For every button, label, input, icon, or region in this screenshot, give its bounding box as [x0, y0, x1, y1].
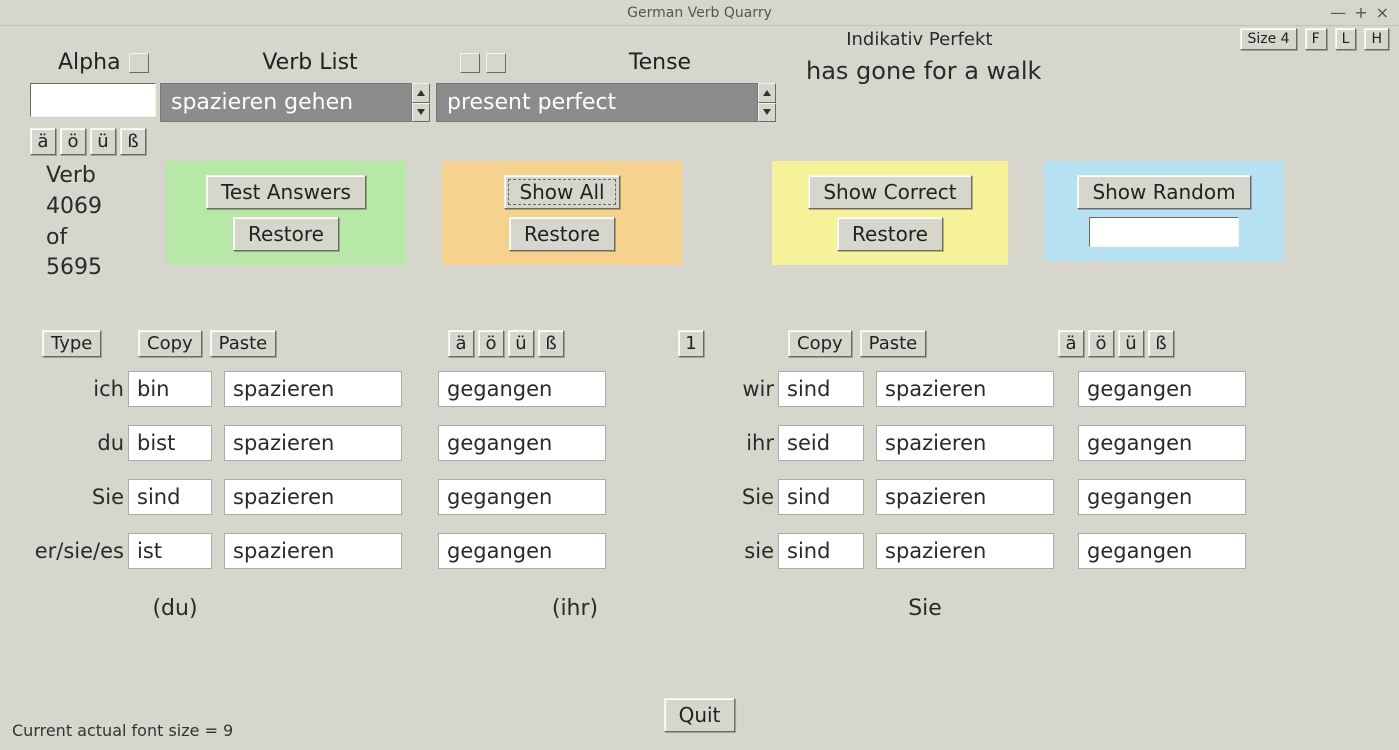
pronoun-right: Sie	[714, 485, 774, 509]
aux-right[interactable]: sind	[778, 479, 864, 515]
window-minimize-icon[interactable]: —	[1330, 3, 1346, 22]
verb-right[interactable]: spazieren	[876, 479, 1054, 515]
part-right[interactable]: gegangen	[1078, 479, 1246, 515]
aux-left[interactable]: sind	[128, 479, 212, 515]
window-title: German Verb Quarry	[627, 5, 772, 21]
one-button[interactable]: 1	[678, 330, 704, 357]
umlaut-u-button-3[interactable]: ü	[1118, 330, 1144, 357]
umlaut-u-button-2[interactable]: ü	[508, 330, 534, 357]
tense-col-label: Tense	[629, 50, 691, 75]
verb-counter-l3: of	[46, 223, 166, 254]
verb-combo-up-icon[interactable]	[412, 83, 430, 103]
random-input[interactable]	[1089, 217, 1239, 247]
aux-left[interactable]: ist	[128, 533, 212, 569]
test-answers-button[interactable]: Test Answers	[206, 175, 366, 209]
verb-counter-l2: 4069	[46, 192, 166, 223]
aux-right[interactable]: sind	[778, 533, 864, 569]
verb-left[interactable]: spazieren	[224, 479, 402, 515]
tense-combo-up-icon[interactable]	[758, 83, 776, 103]
f-button[interactable]: F	[1305, 28, 1327, 50]
pronoun-right: wir	[714, 377, 774, 401]
show-correct-button[interactable]: Show Correct	[808, 175, 971, 209]
pronoun-left: Sie	[34, 485, 124, 509]
show-random-button[interactable]: Show Random	[1077, 175, 1250, 209]
copy-button-left[interactable]: Copy	[138, 330, 202, 357]
copy-button-right[interactable]: Copy	[788, 330, 852, 357]
verb-counter-l4: 5695	[46, 253, 166, 284]
bottom-du-label: (du)	[60, 596, 290, 621]
umlaut-o-button-3[interactable]: ö	[1088, 330, 1114, 357]
tense-label: Indikativ Perfekt	[846, 29, 992, 50]
bottom-sie-label: Sie	[810, 596, 1040, 621]
window-maximize-icon[interactable]: +	[1354, 3, 1367, 22]
verb-left[interactable]: spazieren	[224, 425, 402, 461]
part-right[interactable]: gegangen	[1078, 533, 1246, 569]
umlaut-o-button-2[interactable]: ö	[478, 330, 504, 357]
umlaut-a-button[interactable]: ä	[30, 128, 56, 155]
h-button[interactable]: H	[1364, 28, 1389, 50]
verb-right[interactable]: spazieren	[876, 425, 1054, 461]
verblist-checkbox-1[interactable]	[460, 53, 480, 73]
umlaut-a-button-2[interactable]: ä	[448, 330, 474, 357]
type-button[interactable]: Type	[42, 330, 101, 357]
pronoun-left: ich	[34, 377, 124, 401]
pronoun-right: ihr	[714, 431, 774, 455]
part-left[interactable]: gegangen	[438, 533, 606, 569]
restore-button-3[interactable]: Restore	[837, 217, 943, 251]
part-right[interactable]: gegangen	[1078, 371, 1246, 407]
window-close-icon[interactable]: ×	[1376, 3, 1389, 22]
verb-counter-l1: Verb	[46, 161, 166, 192]
umlaut-o-button[interactable]: ö	[60, 128, 86, 155]
alpha-checkbox[interactable]	[129, 53, 149, 73]
umlaut-ss-button-2[interactable]: ß	[538, 330, 564, 357]
verb-combo-down-icon[interactable]	[412, 103, 430, 123]
aux-left[interactable]: bist	[128, 425, 212, 461]
alpha-input[interactable]	[30, 83, 156, 117]
pronoun-left: er/sie/es	[34, 539, 124, 563]
verb-list-label: Verb List	[262, 50, 357, 75]
part-left[interactable]: gegangen	[438, 371, 606, 407]
tense-combo-down-icon[interactable]	[758, 103, 776, 123]
aux-right[interactable]: sind	[778, 371, 864, 407]
bottom-ihr-label: (ihr)	[460, 596, 690, 621]
font-size-status: Current actual font size = 9	[12, 721, 233, 740]
verb-combo[interactable]: spazieren gehen	[160, 83, 412, 122]
umlaut-u-button[interactable]: ü	[90, 128, 116, 155]
size-button[interactable]: Size 4	[1240, 28, 1296, 50]
umlaut-ss-button-3[interactable]: ß	[1148, 330, 1174, 357]
l-button[interactable]: L	[1335, 28, 1357, 50]
verb-right[interactable]: spazieren	[876, 533, 1054, 569]
quit-button[interactable]: Quit	[664, 698, 736, 732]
part-left[interactable]: gegangen	[438, 425, 606, 461]
verb-left[interactable]: spazieren	[224, 533, 402, 569]
paste-button-right[interactable]: Paste	[860, 330, 927, 357]
aux-right[interactable]: seid	[778, 425, 864, 461]
verb-right[interactable]: spazieren	[876, 371, 1054, 407]
verblist-checkbox-2[interactable]	[486, 53, 506, 73]
restore-button-2[interactable]: Restore	[509, 217, 615, 251]
paste-button-left[interactable]: Paste	[210, 330, 277, 357]
pronoun-left: du	[34, 431, 124, 455]
show-all-button[interactable]: Show All	[504, 175, 619, 209]
umlaut-a-button-3[interactable]: ä	[1058, 330, 1084, 357]
verb-left[interactable]: spazieren	[224, 371, 402, 407]
pronoun-right: sie	[714, 539, 774, 563]
alpha-label: Alpha	[58, 50, 121, 75]
translation: has gone for a walk	[806, 57, 1041, 85]
umlaut-ss-button[interactable]: ß	[120, 128, 146, 155]
aux-left[interactable]: bin	[128, 371, 212, 407]
restore-button-1[interactable]: Restore	[233, 217, 339, 251]
part-right[interactable]: gegangen	[1078, 425, 1246, 461]
part-left[interactable]: gegangen	[438, 479, 606, 515]
tense-combo[interactable]: present perfect	[436, 83, 758, 122]
